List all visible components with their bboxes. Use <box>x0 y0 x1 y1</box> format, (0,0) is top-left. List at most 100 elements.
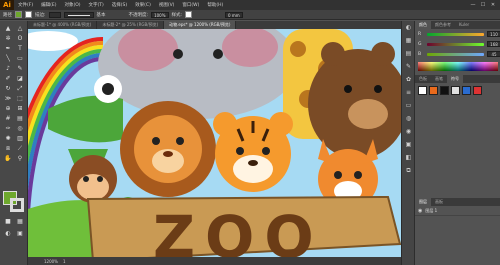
zoom-tool-icon[interactable]: ⚲ <box>15 154 25 163</box>
lasso-tool-icon[interactable]: ʘ <box>15 34 25 43</box>
graphic-style-swatch[interactable] <box>185 11 193 18</box>
selection-tool-icon[interactable]: ▲ <box>3 24 13 33</box>
color-panel-icon[interactable]: ◐ <box>402 21 415 34</box>
color-mode-icon[interactable]: ■ <box>3 217 13 226</box>
monkey <box>69 155 117 203</box>
stroke-color-box[interactable] <box>10 198 24 212</box>
column-graph-tool-icon[interactable]: ▥ <box>15 134 25 143</box>
tab-document-3[interactable]: 动物.eps* @ 1200% (RGB/预览) <box>164 21 237 29</box>
direct-selection-tool-icon[interactable]: △ <box>15 24 25 33</box>
tab-layers[interactable]: 图层 <box>415 198 431 206</box>
tab-swatches[interactable]: 色板 <box>415 75 431 83</box>
tab-document-1[interactable]: 未标题-1* @ 400% (RGB/预览) <box>28 21 98 29</box>
menu-help[interactable]: 帮助(H) <box>203 2 227 8</box>
menu-select[interactable]: 选择(S) <box>108 2 131 8</box>
fill-swatch[interactable] <box>15 11 22 18</box>
color-spectrum[interactable] <box>418 62 498 71</box>
tab-artboards[interactable]: 画板 <box>431 198 447 206</box>
line-tool-icon[interactable]: ╲ <box>3 54 13 63</box>
menu-view[interactable]: 视图(V) <box>155 2 179 8</box>
menu-object[interactable]: 对象(O) <box>60 2 84 8</box>
free-transform-tool-icon[interactable]: ⬚ <box>15 94 25 103</box>
menu-type[interactable]: 文字(T) <box>85 2 108 8</box>
menu-file[interactable]: 文件(F) <box>14 2 37 8</box>
perspective-grid-tool-icon[interactable]: ⊞ <box>15 104 25 113</box>
visibility-eye-icon[interactable]: ◉ <box>418 208 422 214</box>
hand-tool-icon[interactable]: ✋ <box>3 154 13 163</box>
panel-body: 颜色 颜色参考 Kuler R 110 G 168 B 45 色板 画笔 符号 … <box>415 21 500 265</box>
mesh-tool-icon[interactable]: # <box>3 114 13 123</box>
slice-tool-icon[interactable]: ⟋ <box>15 144 25 153</box>
draw-mode-icon[interactable]: ◐ <box>3 229 13 238</box>
paintbrush-tool-icon[interactable]: ♪ <box>3 64 13 73</box>
blob-brush-tool-icon[interactable]: ✐ <box>3 74 13 83</box>
tab-symbols[interactable]: 符号 <box>447 75 463 83</box>
fill-stroke-widget[interactable] <box>3 191 25 213</box>
swatches-panel-icon[interactable]: ▤ <box>402 47 415 60</box>
brushes-panel-icon[interactable]: ✎ <box>402 60 415 73</box>
menu-effect[interactable]: 效果(C) <box>131 2 155 8</box>
type-tool-icon[interactable]: T <box>15 44 25 53</box>
eyedropper-tool-icon[interactable]: ✑ <box>3 124 13 133</box>
page-number[interactable]: 1 <box>63 259 66 264</box>
zoom-level[interactable]: 1200% <box>44 259 58 264</box>
scale-tool-icon[interactable]: ⤢ <box>15 84 25 93</box>
symbol-item[interactable] <box>473 86 482 95</box>
symbol-item[interactable] <box>440 86 449 95</box>
symbol-sprayer-tool-icon[interactable]: ✺ <box>3 134 13 143</box>
gradient-tool-icon[interactable]: ▤ <box>15 114 25 123</box>
opacity-field[interactable]: 100% <box>151 11 169 18</box>
symbols-panel-icon[interactable]: ✿ <box>402 73 415 86</box>
gradient-mode-icon[interactable]: ▦ <box>15 217 25 226</box>
stroke-panel-icon[interactable]: ≡ <box>402 86 415 99</box>
symbol-item[interactable] <box>429 86 438 95</box>
stroke-weight-field[interactable] <box>48 11 61 18</box>
layer-name: 图层 1 <box>425 207 438 213</box>
slider-g-track[interactable] <box>427 42 484 46</box>
tab-color[interactable]: 颜色 <box>415 21 431 29</box>
minimize-button[interactable]: — <box>470 2 476 8</box>
rectangle-tool-icon[interactable]: ▭ <box>15 54 25 63</box>
transparency-panel-icon[interactable]: ◍ <box>402 112 415 125</box>
menu-edit[interactable]: 编辑(E) <box>37 2 60 8</box>
layers-panel-icon[interactable]: ◧ <box>402 151 415 164</box>
appearance-panel-icon[interactable]: ◉ <box>402 125 415 138</box>
slider-b-value[interactable]: 45 <box>487 51 500 57</box>
symbol-item[interactable] <box>418 86 427 95</box>
stroke-profile-dropdown[interactable] <box>63 11 94 18</box>
zoo-illustration: ZOO <box>28 29 401 265</box>
slider-g-value[interactable]: 168 <box>487 41 500 47</box>
rotate-tool-icon[interactable]: ↻ <box>3 84 13 93</box>
slider-r-value[interactable]: 110 <box>487 31 500 37</box>
magic-wand-tool-icon[interactable]: ✲ <box>3 34 13 43</box>
menu-window[interactable]: 窗口(W) <box>178 2 203 8</box>
artboard-tool-icon[interactable]: ⧈ <box>3 144 13 153</box>
width-tool-icon[interactable]: ≫ <box>3 94 13 103</box>
width-field[interactable]: 0 mm <box>225 11 243 18</box>
slider-b-track[interactable] <box>427 52 484 56</box>
close-button[interactable]: ✕ <box>490 2 496 8</box>
screen-mode-icon[interactable]: ▣ <box>15 229 25 238</box>
pen-tool-icon[interactable]: ✒ <box>3 44 13 53</box>
symbol-item[interactable] <box>462 86 471 95</box>
pencil-tool-icon[interactable]: ✎ <box>15 64 25 73</box>
graphic-styles-panel-icon[interactable]: ▣ <box>402 138 415 151</box>
tab-kuler[interactable]: Kuler <box>455 21 473 29</box>
eraser-tool-icon[interactable]: ◪ <box>15 74 25 83</box>
artboard-canvas[interactable]: ZOO <box>28 29 401 265</box>
shape-builder-tool-icon[interactable]: ⊕ <box>3 104 13 113</box>
tab-color-guide[interactable]: 颜色参考 <box>431 21 455 29</box>
artboards-panel-icon[interactable]: ⧉ <box>402 164 415 177</box>
color-guide-panel-icon[interactable]: ▦ <box>402 34 415 47</box>
tab-brushes[interactable]: 画笔 <box>431 75 447 83</box>
stroke-swatch[interactable] <box>25 11 32 18</box>
gradient-panel-icon[interactable]: ▭ <box>402 99 415 112</box>
slider-r-track[interactable] <box>427 32 484 36</box>
maximize-button[interactable]: ☐ <box>480 2 486 8</box>
selection-type-label: 路径 <box>3 12 12 18</box>
tab-document-2[interactable]: 未标题-2* @ 25% (RGB/预览) <box>97 21 165 29</box>
lion <box>120 101 216 197</box>
symbol-item[interactable] <box>451 86 460 95</box>
blend-tool-icon[interactable]: ◎ <box>15 124 25 133</box>
layer-row[interactable]: ◉ 图层 1 <box>415 206 500 216</box>
